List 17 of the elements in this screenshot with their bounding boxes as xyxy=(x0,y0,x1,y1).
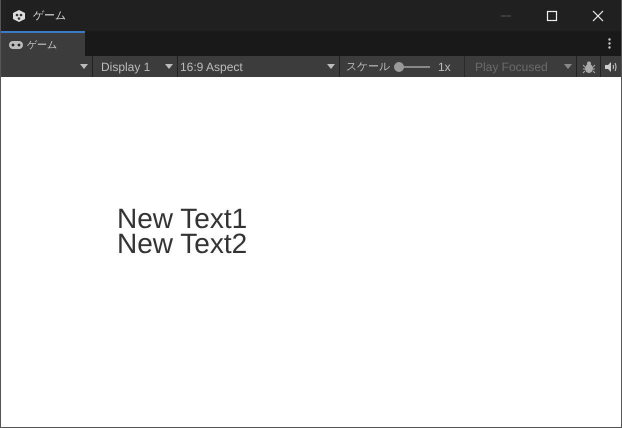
game-text: New Text2 xyxy=(117,231,248,256)
app-icon xyxy=(12,8,26,22)
gamepad-icon xyxy=(9,40,23,48)
caret-icon xyxy=(564,64,572,69)
scale-label: スケール xyxy=(346,59,390,74)
caret-icon xyxy=(327,64,335,69)
caret-icon xyxy=(165,64,173,69)
maximize-icon xyxy=(546,10,558,22)
game-text: New Text1 xyxy=(117,206,248,231)
game-tab[interactable]: ゲーム xyxy=(1,31,85,56)
scale-reading: 1x xyxy=(438,60,451,74)
bug-icon xyxy=(582,60,596,74)
close-icon xyxy=(592,10,604,22)
more-options-icon[interactable] xyxy=(608,38,611,49)
speaker-icon xyxy=(605,62,617,72)
window-title: ゲーム xyxy=(33,8,66,23)
caret-icon xyxy=(80,64,88,69)
